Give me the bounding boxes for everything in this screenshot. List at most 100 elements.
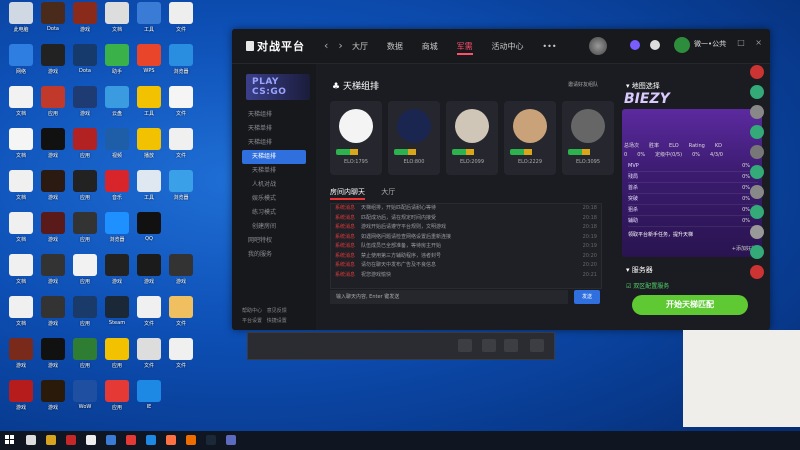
help-link[interactable]: 帮助中心 (242, 308, 262, 314)
minimize-icon[interactable]: — (719, 38, 727, 47)
desktop-icon[interactable]: 工具 (132, 2, 166, 42)
taskbar-app-icon[interactable] (106, 435, 116, 445)
desktop-icon[interactable]: 云盘 (100, 86, 134, 126)
desktop-icon[interactable]: 浏览器 (164, 170, 198, 210)
server-header[interactable]: ▾ 服务器 (626, 265, 653, 275)
desktop-icon[interactable]: 文件 (132, 338, 166, 378)
friend-avatar[interactable] (750, 265, 764, 279)
sidebar-subitem[interactable]: 娱乐模式 (232, 192, 316, 206)
send-button[interactable]: 发送 (574, 290, 600, 304)
notification-icon[interactable] (630, 40, 640, 50)
desktop-icon[interactable]: 文件 (164, 128, 198, 168)
desktop-icon[interactable]: 游戏 (36, 338, 70, 378)
desktop-icon[interactable]: 文档 (4, 212, 38, 252)
back-arrow-icon[interactable]: ‹ (324, 39, 328, 52)
desktop-icon[interactable]: 文档 (4, 254, 38, 294)
taskbar-app-icon[interactable] (146, 435, 156, 445)
taskbar-app-icon[interactable] (86, 435, 96, 445)
desktop-icon[interactable]: 游戏 (68, 86, 102, 126)
maximize-icon[interactable]: □ (737, 38, 745, 47)
desktop-icon[interactable]: 工具 (132, 170, 166, 210)
taskbar-app-icon[interactable] (166, 435, 176, 445)
nav-item-events[interactable]: 活动中心 (492, 42, 524, 51)
desktop-icon[interactable]: 游戏 (36, 170, 70, 210)
start-match-button[interactable]: 开始天梯匹配 (632, 295, 748, 315)
desktop-icon[interactable]: 文档 (4, 128, 38, 168)
desktop-icon[interactable]: 浏览器 (100, 212, 134, 252)
desktop-icon[interactable]: 游戏 (36, 380, 70, 420)
taskbar-app-icon[interactable] (66, 435, 76, 445)
desktop-icon[interactable]: 游戏 (36, 296, 70, 336)
sidebar-item[interactable]: 天梯单排 (232, 122, 316, 136)
steam-icon[interactable] (206, 435, 216, 445)
desktop-icon[interactable]: 应用 (68, 170, 102, 210)
taskbar-app-icon[interactable] (126, 435, 136, 445)
friend-avatar[interactable] (750, 105, 764, 119)
nav-item-shop[interactable]: 商城 (422, 42, 438, 51)
player-card[interactable]: ELO:2229 (504, 101, 556, 175)
desktop-icon[interactable]: 应用 (100, 380, 134, 420)
enter-icon[interactable] (458, 339, 472, 352)
friend-avatar[interactable] (750, 145, 764, 159)
mic-icon[interactable] (504, 339, 518, 352)
sidebar-subitem[interactable]: 练习模式 (232, 206, 316, 220)
desktop-icon[interactable]: 文档 (100, 2, 134, 42)
desktop-icon[interactable]: WPS (132, 44, 166, 84)
server-option[interactable]: ☑ 双区配置服务 (626, 281, 669, 290)
nav-item-data[interactable]: 数据 (387, 42, 403, 51)
desktop-icon[interactable]: 文档 (4, 170, 38, 210)
sidebar-item[interactable]: 天梯组排 (232, 108, 316, 122)
desktop-icon[interactable]: 游戏 (4, 338, 38, 378)
team-avatar[interactable] (589, 37, 607, 55)
desktop-icon[interactable]: 游戏 (36, 44, 70, 84)
nav-more[interactable]: ••• (542, 42, 556, 51)
desktop-icon[interactable]: 游戏 (68, 2, 102, 42)
desktop-icon[interactable]: 音乐 (100, 170, 134, 210)
settings-link[interactable]: 平台设置 (242, 318, 262, 324)
desktop-icon[interactable]: Dota (68, 44, 102, 84)
desktop-icon[interactable]: 此电脑 (4, 2, 38, 42)
desktop-icon[interactable]: 应用 (68, 254, 102, 294)
sidebar-item[interactable]: 我的服务 (232, 248, 316, 262)
sidebar-item[interactable]: 天梯组排 (232, 136, 316, 150)
sidebar-subitem[interactable]: 天梯单排 (232, 164, 316, 178)
forward-arrow-icon[interactable]: › (338, 39, 342, 52)
friend-avatar[interactable] (750, 165, 764, 179)
tab-room-chat[interactable]: 房间内聊天 (330, 188, 365, 200)
desktop-icon[interactable]: 游戏 (36, 212, 70, 252)
desktop-icon[interactable]: 游戏 (132, 254, 166, 294)
friend-avatar[interactable] (750, 65, 764, 79)
friend-avatar[interactable] (750, 205, 764, 219)
desktop-icon[interactable]: 浏览器 (164, 44, 198, 84)
desktop-icon[interactable]: WoW (68, 380, 102, 420)
desktop-icon[interactable]: 助手 (100, 44, 134, 84)
desktop-icon[interactable]: 游戏 (100, 254, 134, 294)
chat-input[interactable]: 输入聊天内容, Enter 键发送 (330, 290, 568, 304)
feedback-link[interactable]: 意见反馈 (267, 308, 287, 314)
search-icon[interactable] (26, 435, 36, 445)
sidebar-subitem[interactable]: 创建房间 (232, 220, 316, 234)
friend-avatar[interactable] (750, 245, 764, 259)
settings-icon[interactable] (482, 339, 496, 352)
desktop-icon[interactable]: 文件 (164, 296, 198, 336)
desktop-icon[interactable]: 网络 (4, 44, 38, 84)
desktop-icon[interactable]: QQ (132, 212, 166, 252)
desktop-icon[interactable]: 文件 (164, 86, 198, 126)
user-avatar[interactable] (674, 37, 690, 53)
player-card[interactable]: ELO:2099 (446, 101, 498, 175)
desktop-icon[interactable]: 游戏 (36, 254, 70, 294)
app-icon[interactable] (530, 339, 544, 352)
desktop-icon[interactable]: 游戏 (4, 380, 38, 420)
desktop-icon[interactable]: 应用 (68, 128, 102, 168)
desktop-icon[interactable]: 视频 (100, 128, 134, 168)
desktop-icon[interactable]: 应用 (68, 338, 102, 378)
desktop-icon[interactable]: Steam (100, 296, 134, 336)
taskbar-app-icon[interactable] (186, 435, 196, 445)
desktop-icon[interactable]: 文件 (132, 296, 166, 336)
desktop-icon[interactable]: 播放 (132, 128, 166, 168)
desktop-icon[interactable]: IE (132, 380, 166, 420)
invite-link[interactable]: 邀请好友组队 (568, 81, 598, 88)
nav-item-hall[interactable]: 大厅 (352, 42, 368, 51)
message-icon[interactable] (650, 40, 660, 50)
desktop-icon[interactable]: 文件 (164, 2, 198, 42)
